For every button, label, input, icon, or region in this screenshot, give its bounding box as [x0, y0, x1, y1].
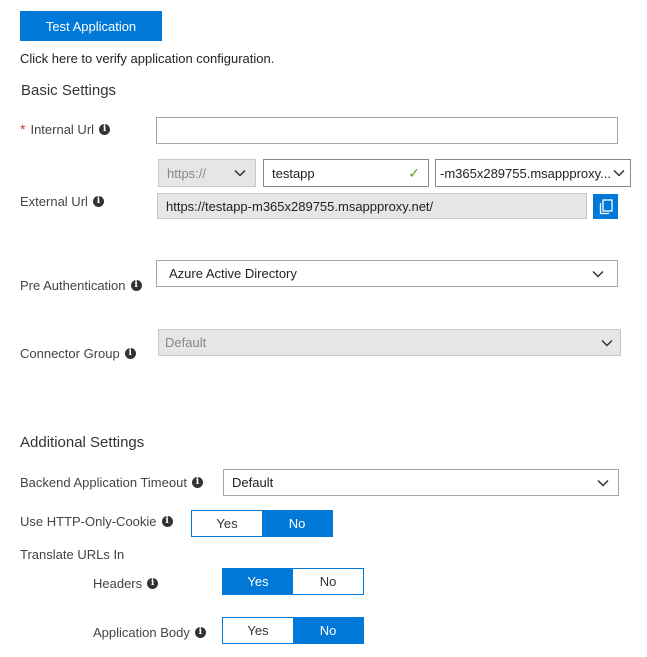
translate-urls-label: Translate URLs In [20, 547, 125, 562]
headers-label-text: Headers [93, 576, 143, 591]
internal-url-label: * Internal Url i [20, 121, 111, 137]
checkmark-icon: ✓ [408, 164, 420, 181]
chevron-down-icon [597, 479, 609, 487]
backend-timeout-value: Default [232, 475, 274, 490]
info-icon[interactable]: i [130, 280, 142, 291]
full-external-url-value: https://testapp-m365x289755.msappproxy.n… [166, 198, 434, 214]
application-body-label: Application Body i [93, 625, 206, 640]
info-icon[interactable]: i [161, 516, 173, 527]
application-body-yes-option[interactable]: Yes [223, 618, 293, 643]
backend-timeout-label-text: Backend Application Timeout [20, 475, 187, 490]
http-only-cookie-toggle[interactable]: Yes No [191, 510, 333, 537]
info-icon[interactable]: i [92, 196, 104, 207]
pre-authentication-value: Azure Active Directory [169, 266, 297, 281]
application-body-toggle[interactable]: Yes No [222, 617, 364, 644]
info-icon[interactable]: i [99, 123, 111, 135]
external-url-label: External Url i [20, 194, 104, 209]
headers-label: Headers i [93, 576, 159, 591]
headers-yes-option[interactable]: Yes [223, 569, 293, 594]
internal-url-label-text: Internal Url [30, 121, 95, 137]
pre-authentication-label: Pre Authentication i [20, 278, 142, 293]
external-url-label-text: External Url [20, 194, 88, 209]
url-scheme-value: https:// [167, 165, 207, 181]
connector-group-label: Connector Group i [20, 346, 136, 361]
http-only-cookie-yes-option[interactable]: Yes [192, 511, 262, 536]
copy-url-button[interactable] [593, 194, 618, 219]
additional-settings-heading: Additional Settings [20, 434, 145, 451]
headers-no-option[interactable]: No [293, 569, 363, 594]
backend-timeout-dropdown[interactable]: Default [223, 469, 619, 496]
connector-group-value: Default [165, 335, 207, 350]
required-asterisk-icon: * [20, 121, 26, 137]
full-external-url-field[interactable]: https://testapp-m365x289755.msappproxy.n… [157, 193, 587, 219]
application-body-no-option[interactable]: No [293, 618, 363, 643]
subdomain-input[interactable]: testapp ✓ [263, 159, 429, 187]
chevron-down-icon [592, 270, 604, 278]
http-only-cookie-label-text: Use HTTP-Only-Cookie [20, 514, 157, 529]
test-application-button[interactable]: Test Application [20, 11, 162, 41]
subdomain-value: testapp [272, 165, 315, 181]
chevron-down-icon [234, 169, 246, 177]
verify-hint-text: Click here to verify application configu… [20, 51, 275, 66]
backend-timeout-label: Backend Application Timeout i [20, 475, 203, 490]
application-body-label-text: Application Body [93, 625, 190, 640]
url-scheme-dropdown[interactable]: https:// [158, 159, 256, 187]
info-icon[interactable]: i [147, 578, 159, 589]
domain-value: -m365x289755.msappproxy... [440, 165, 612, 181]
info-icon[interactable]: i [124, 348, 136, 359]
domain-dropdown[interactable]: -m365x289755.msappproxy... [435, 159, 631, 187]
chevron-down-icon [601, 339, 613, 347]
connector-group-label-text: Connector Group [20, 346, 120, 361]
basic-settings-heading: Basic Settings [21, 82, 117, 99]
http-only-cookie-label: Use HTTP-Only-Cookie i [20, 514, 173, 529]
internal-url-input[interactable] [156, 117, 618, 144]
chevron-down-icon [613, 169, 625, 177]
copy-icon [599, 198, 613, 214]
connector-group-dropdown[interactable]: Default [158, 329, 621, 356]
headers-toggle[interactable]: Yes No [222, 568, 364, 595]
pre-authentication-label-text: Pre Authentication [20, 278, 126, 293]
info-icon[interactable]: i [194, 627, 206, 638]
info-icon[interactable]: i [191, 477, 203, 488]
pre-authentication-dropdown[interactable]: Azure Active Directory [156, 260, 618, 287]
http-only-cookie-no-option[interactable]: No [262, 511, 332, 536]
